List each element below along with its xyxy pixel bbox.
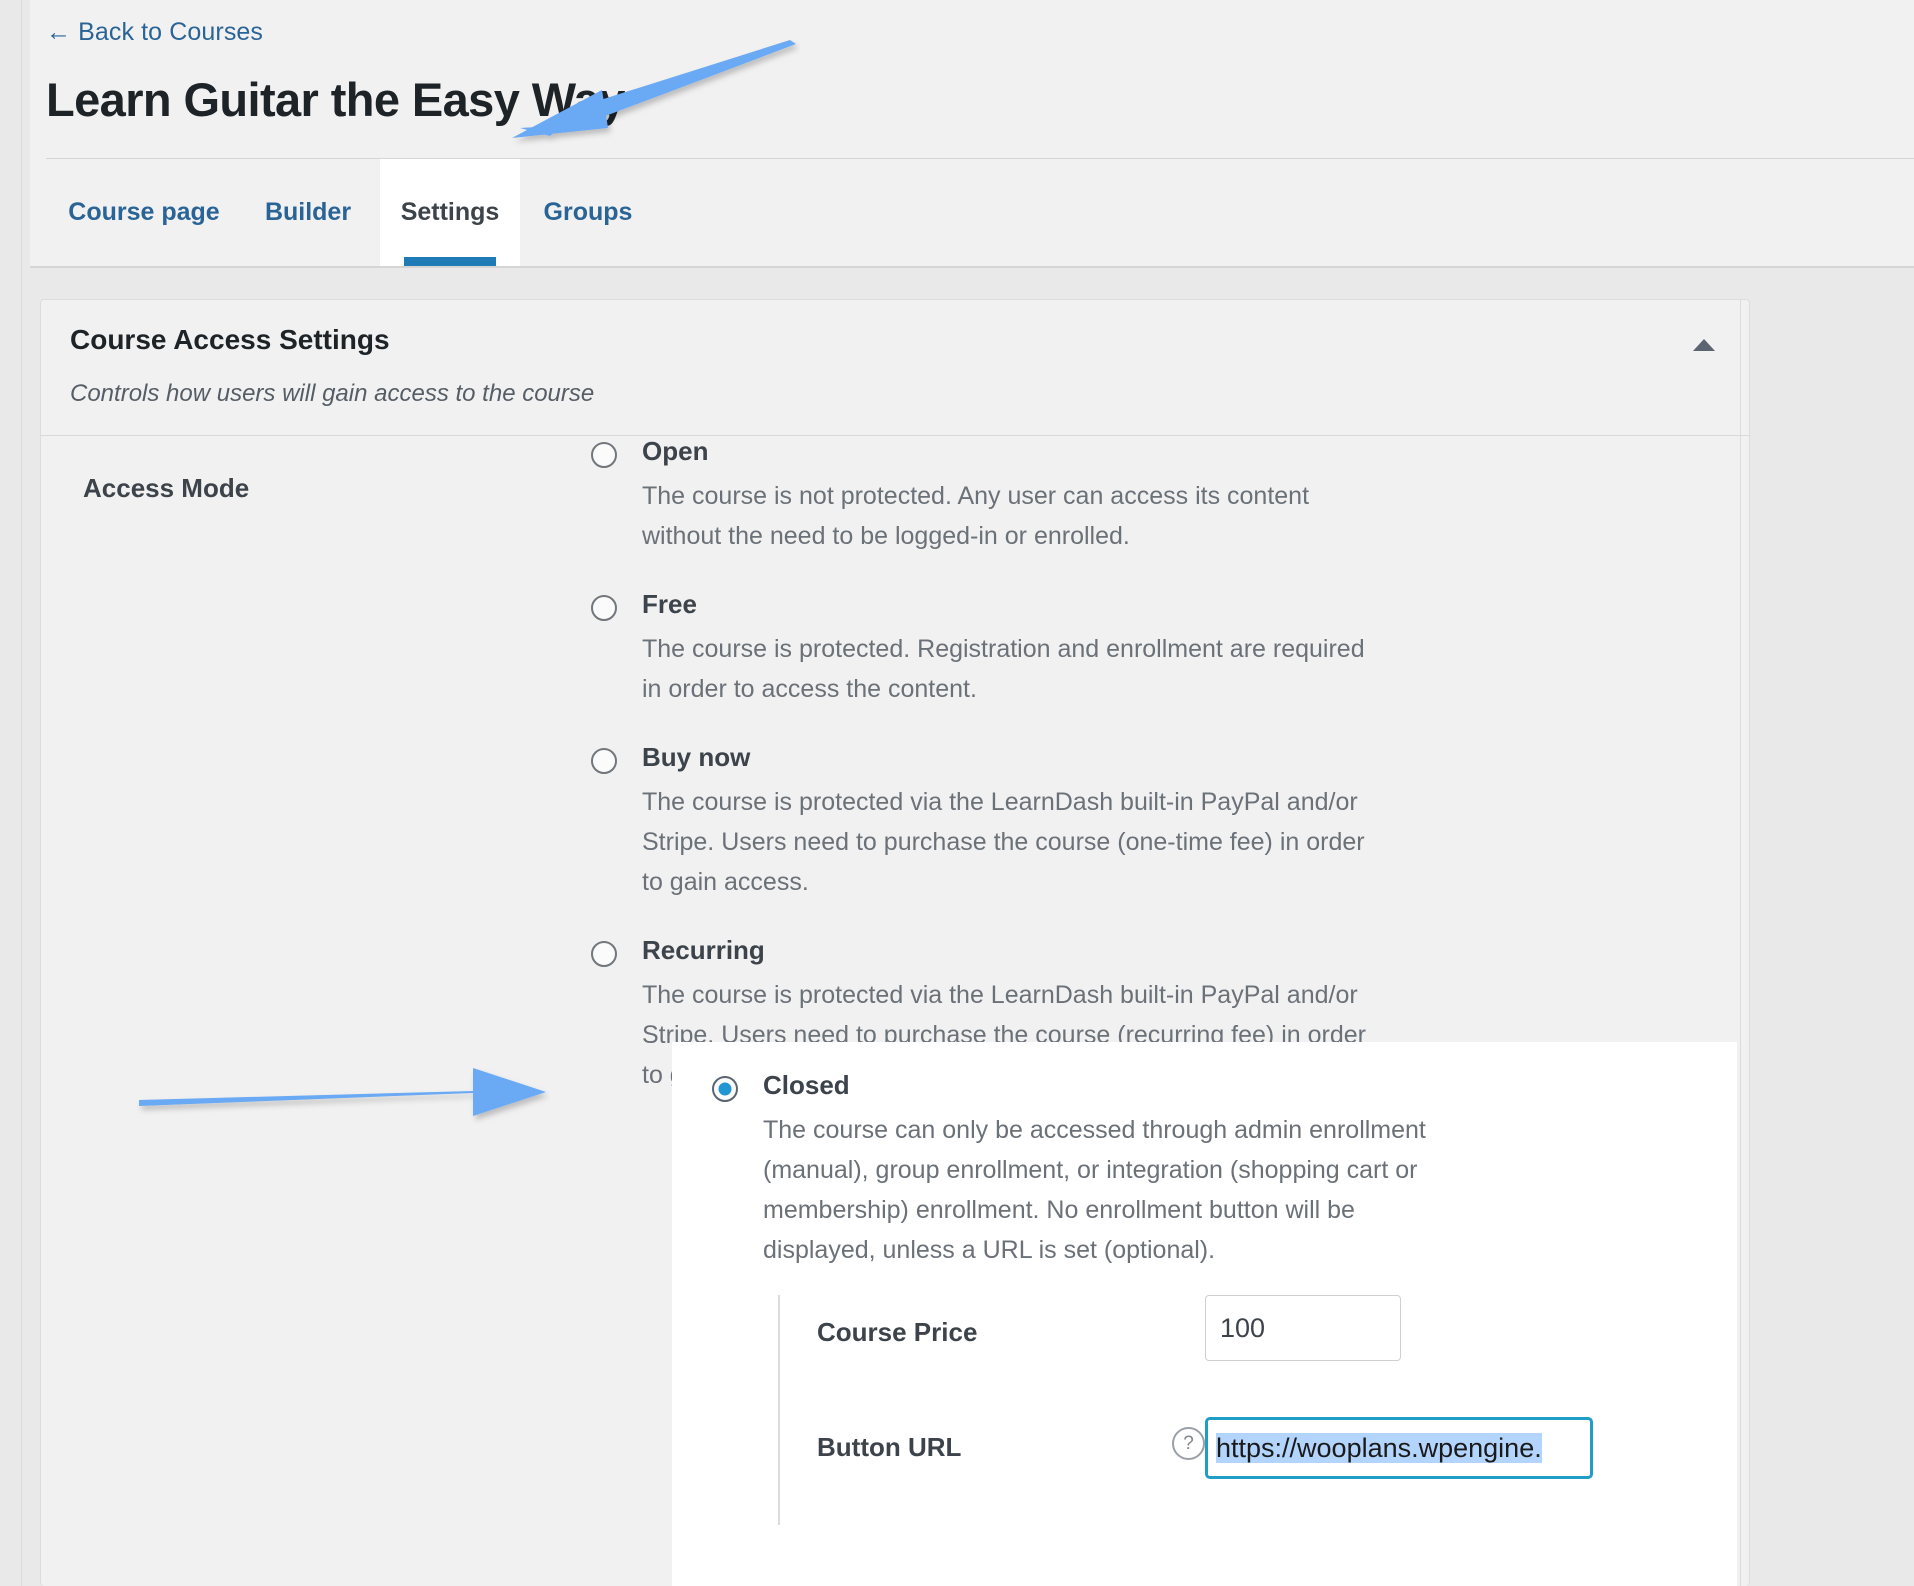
page-title: Learn Guitar the Easy Way	[46, 73, 625, 126]
panel-subtitle: Controls how users will gain access to t…	[70, 380, 595, 407]
radio-free-description: The course is protected. Registration an…	[642, 635, 1365, 703]
button-url-label: Button URL	[817, 1432, 962, 1462]
radio-free-label: Free	[642, 589, 697, 619]
radio-open-description: The course is not protected. Any user ca…	[642, 482, 1310, 550]
radio-closed-label: Closed	[763, 1070, 850, 1100]
tab-course-page[interactable]: Course page	[64, 159, 224, 266]
question-mark-icon[interactable]: ?	[1172, 1427, 1205, 1460]
access-mode-option-closed[interactable]: Closed The course can only be accessed t…	[712, 1070, 1712, 1270]
button-url-row: Button URL ? https://wooplans.wpengine.	[817, 1410, 1618, 1525]
course-price-label: Course Price	[817, 1317, 978, 1347]
spotlight-overlay-bottom	[672, 1520, 1737, 1586]
back-to-courses-label: Back to Courses	[78, 18, 264, 46]
radio-buy-now-label: Buy now	[642, 742, 751, 772]
button-url-input[interactable]: https://wooplans.wpengine.	[1205, 1417, 1593, 1479]
tab-builder-label: Builder	[264, 198, 352, 226]
arrow-left-icon: ←	[46, 18, 72, 46]
access-mode-label: Access Mode	[83, 473, 250, 503]
radio-free[interactable]	[591, 595, 617, 621]
tab-groups-label: Groups	[543, 198, 633, 226]
radio-buy-now[interactable]	[591, 748, 617, 774]
tab-groups[interactable]: Groups	[527, 159, 649, 266]
radio-open-label: Open	[642, 436, 709, 466]
admin-gutter-strip	[0, 0, 22, 1586]
access-mode-option-open[interactable]: Open The course is not protected. Any us…	[591, 436, 1591, 556]
triangle-up-icon	[1693, 339, 1715, 351]
closed-subfields: Course Price 100 Button URL ? https://wo…	[778, 1295, 1618, 1525]
button-url-selected-text: https://wooplans.wpengine.	[1216, 1433, 1542, 1463]
panel-right-border	[1740, 299, 1741, 1586]
radio-recurring[interactable]	[591, 941, 617, 967]
panel-collapse-button[interactable]	[1684, 325, 1724, 365]
tab-settings[interactable]: Settings	[380, 159, 520, 266]
back-to-courses-link[interactable]: ← Back to Courses	[46, 18, 263, 47]
tab-settings-label: Settings	[400, 198, 500, 226]
panel-header: Course Access Settings Controls how user…	[41, 300, 1749, 435]
tab-builder[interactable]: Builder	[251, 159, 365, 266]
access-mode-radio-group: Open The course is not protected. Any us…	[591, 436, 1591, 1128]
panel-title: Course Access Settings	[70, 324, 390, 355]
radio-closed[interactable]	[712, 1076, 738, 1102]
access-mode-option-buy-now[interactable]: Buy now The course is protected via the …	[591, 742, 1591, 902]
course-price-row: Course Price 100	[817, 1295, 1618, 1410]
radio-open[interactable]	[591, 442, 617, 468]
radio-recurring-label: Recurring	[642, 935, 765, 965]
page-root: ← Back to Courses Learn Guitar the Easy W…	[0, 0, 1914, 1586]
tab-course-page-label: Course page	[68, 198, 220, 226]
access-mode-option-free[interactable]: Free The course is protected. Registrati…	[591, 589, 1591, 709]
admin-gutter	[0, 0, 30, 1586]
course-price-input[interactable]: 100	[1205, 1295, 1401, 1361]
page-header: ← Back to Courses Learn Guitar the Easy W…	[30, 0, 1914, 266]
